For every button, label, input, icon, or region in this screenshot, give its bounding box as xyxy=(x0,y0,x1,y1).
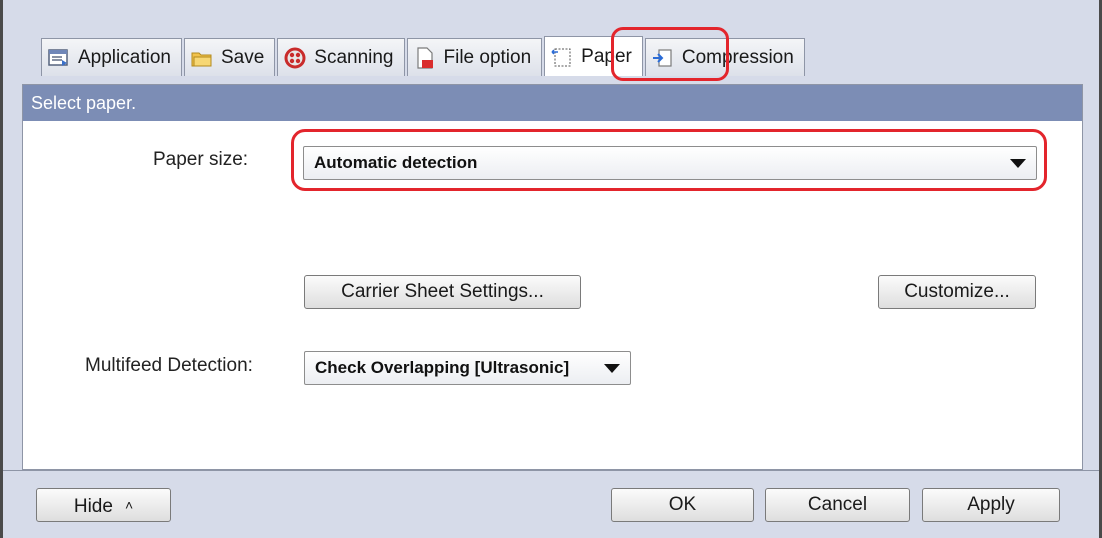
apply-button[interactable]: Apply xyxy=(922,488,1060,522)
multifeed-detection-dropdown[interactable]: Check Overlapping [Ultrasonic] xyxy=(304,351,631,385)
tab-save-label: Save xyxy=(220,46,265,68)
dialog-footer: Hide ˄ OK Cancel Apply xyxy=(3,470,1099,538)
file-icon xyxy=(414,46,436,69)
hide-button[interactable]: Hide ˄ xyxy=(36,488,171,522)
paper-size-highlight xyxy=(291,129,1047,191)
paper-size-label: Paper size: xyxy=(153,149,249,170)
tab-scanning[interactable]: Scanning xyxy=(277,38,405,76)
chevron-up-icon: ˄ xyxy=(124,497,134,513)
chevron-down-icon xyxy=(604,364,620,373)
panel-header: Select paper. xyxy=(23,85,1082,121)
tab-scanning-label: Scanning xyxy=(314,46,394,68)
tab-save[interactable]: Save xyxy=(183,38,276,76)
scanning-icon xyxy=(284,47,306,69)
carrier-sheet-settings-button[interactable]: Carrier Sheet Settings... xyxy=(304,275,581,309)
hide-button-label: Hide xyxy=(73,496,113,517)
ok-button[interactable]: OK xyxy=(611,488,754,522)
multifeed-detection-label: Multifeed Detection: xyxy=(85,355,253,376)
tab-file-option[interactable]: File option xyxy=(406,38,543,76)
footer-divider xyxy=(3,470,1099,471)
application-icon xyxy=(48,47,70,69)
cancel-button[interactable]: Cancel xyxy=(765,488,910,522)
paper-icon xyxy=(551,46,573,68)
paper-tab-highlight xyxy=(611,27,729,81)
folder-icon xyxy=(191,47,213,69)
tab-file-option-label: File option xyxy=(443,46,532,68)
scan-settings-window: Application Save Scanning File option Pa… xyxy=(0,0,1102,538)
tab-application[interactable]: Application xyxy=(41,38,182,76)
multifeed-detection-value: Check Overlapping [Ultrasonic] xyxy=(315,358,570,377)
tab-application-label: Application xyxy=(78,46,171,68)
customize-button[interactable]: Customize... xyxy=(878,275,1036,309)
